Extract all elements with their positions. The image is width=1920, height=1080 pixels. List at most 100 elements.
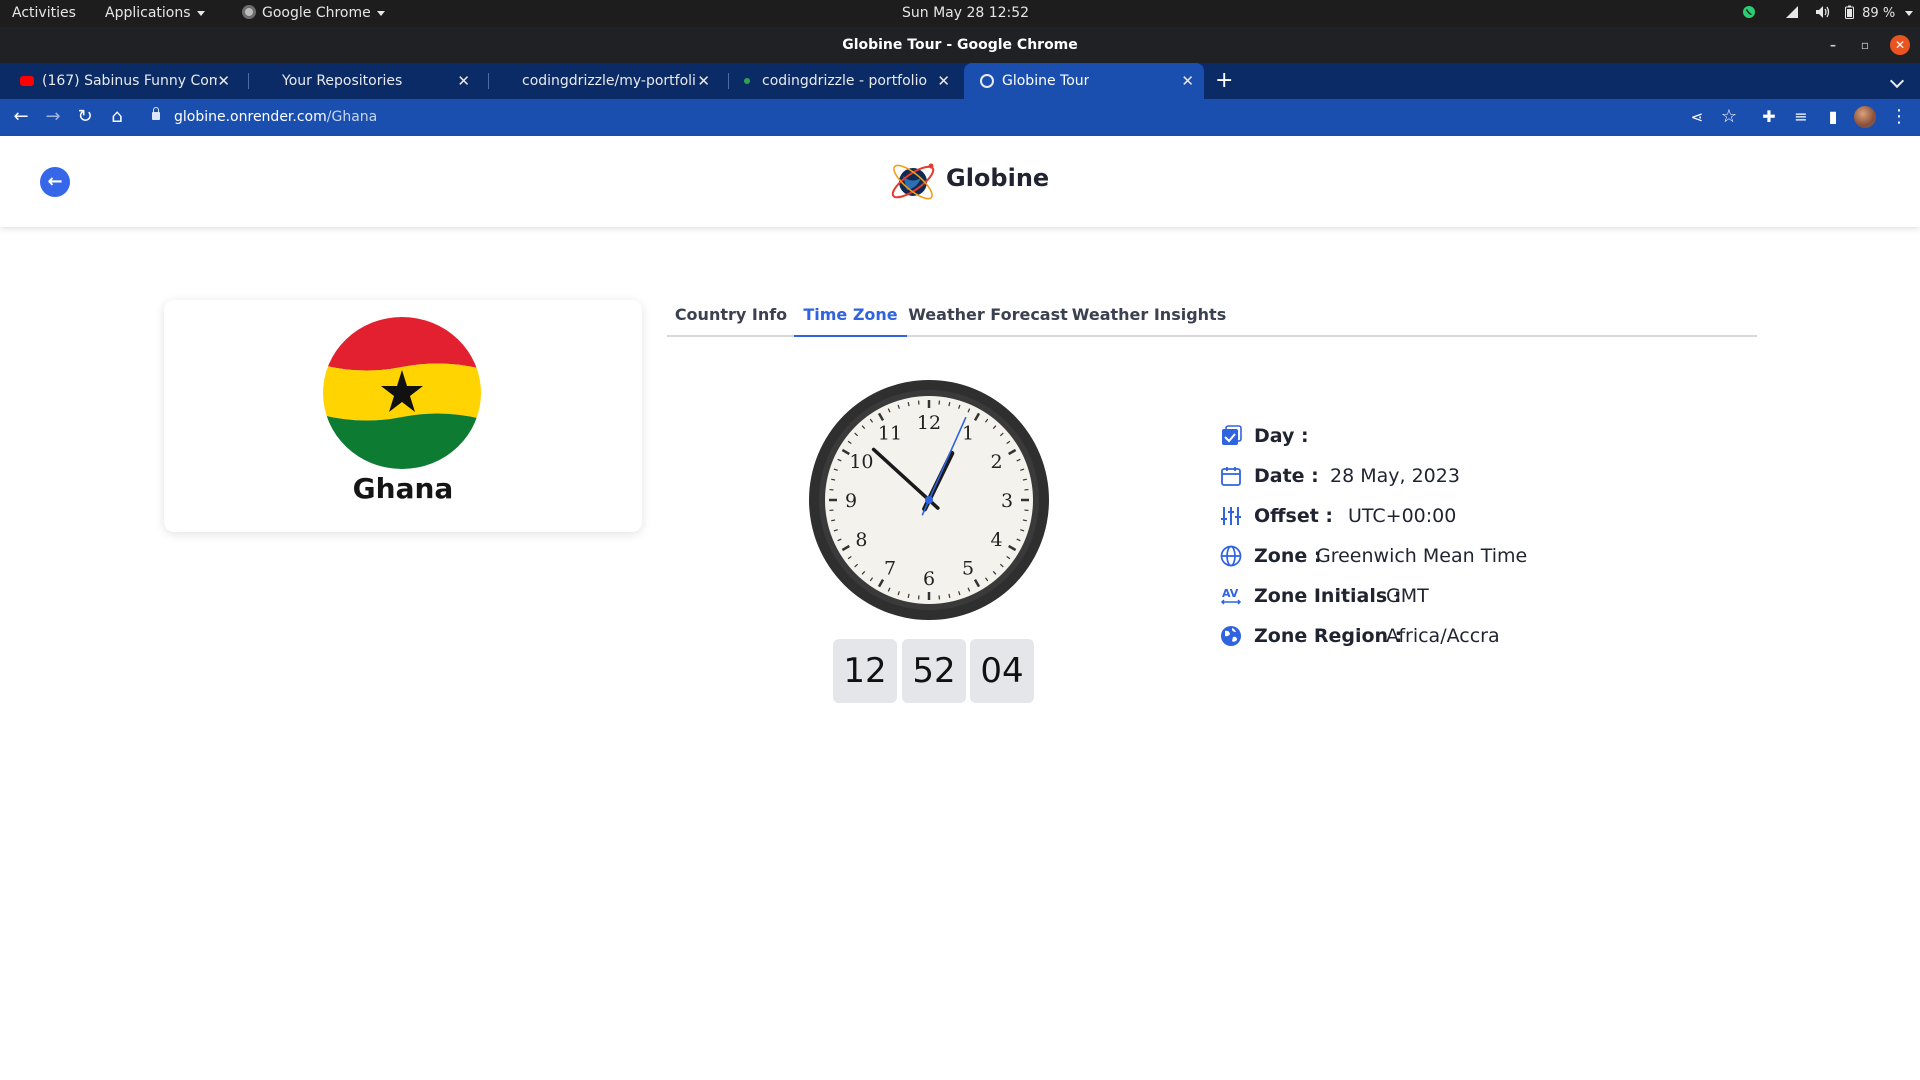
bookmark-star-icon[interactable]: ☆ xyxy=(1718,106,1740,128)
window-titlebar[interactable]: Globine Tour - Google Chrome – ▫ ✕ xyxy=(0,27,1920,63)
minimize-button[interactable]: – xyxy=(1824,36,1842,54)
clock-numeral: 11 xyxy=(878,422,902,444)
clock-numeral: 5 xyxy=(962,558,974,580)
caret-down-icon xyxy=(1905,11,1914,16)
tab-label: Your Repositories xyxy=(282,73,403,89)
clock-minute-tick xyxy=(907,402,910,407)
app-menu-chrome[interactable]: Google Chrome xyxy=(242,0,385,27)
close-tab-icon[interactable]: ✕ xyxy=(457,63,470,99)
github-icon xyxy=(500,74,514,88)
clock-minute-tick xyxy=(1022,478,1027,481)
globine-logo-icon xyxy=(891,163,935,200)
offset-value: UTC+00:00 xyxy=(1348,505,1457,527)
brand-name: Globine xyxy=(946,164,1050,192)
zone-initials-label: Zone Initials : xyxy=(1254,585,1402,607)
extensions-icon[interactable]: ✚ xyxy=(1758,106,1780,128)
url-host: globine.onrender.com xyxy=(174,109,327,125)
clock-minute-tick xyxy=(831,478,836,481)
tab-weather-forecast[interactable]: Weather Forecast xyxy=(907,295,1069,337)
clock-numeral: 10 xyxy=(849,451,873,473)
digital-minutes: 52 xyxy=(902,639,966,703)
browser-tab-portfolio[interactable]: codingdrizzle - portfolio ✕ xyxy=(724,63,960,99)
browser-tab-my-portfolio[interactable]: codingdrizzle/my-portfoli ✕ xyxy=(484,63,720,99)
close-tab-icon[interactable]: ✕ xyxy=(937,63,950,99)
zone-label: Zone : xyxy=(1254,545,1322,567)
tab-weather-insights[interactable]: Weather Insights xyxy=(1069,295,1229,337)
digital-hours: 12 xyxy=(833,639,897,703)
calendar-check-icon xyxy=(1222,425,1242,445)
globe-favicon-icon xyxy=(980,74,994,88)
app-header: ← Globine xyxy=(0,136,1920,227)
side-panel-icon[interactable]: ▮ xyxy=(1822,106,1844,128)
home-button[interactable]: ⌂ xyxy=(106,106,128,128)
clock-numeral: 7 xyxy=(884,558,896,580)
clock-center-pin xyxy=(925,496,933,504)
clock-minute-tick xyxy=(948,402,951,407)
tab-time-zone[interactable]: Time Zone xyxy=(794,295,907,337)
back-button[interactable]: ← xyxy=(10,106,32,128)
maximize-button[interactable]: ▫ xyxy=(1856,36,1874,54)
address-bar[interactable]: globine.onrender.com/Ghana xyxy=(140,103,1710,132)
country-card: Ghana xyxy=(164,300,642,532)
new-tab-button[interactable]: + xyxy=(1215,63,1233,99)
tab-country-info[interactable]: Country Info xyxy=(667,295,795,337)
url-text[interactable]: globine.onrender.com/Ghana xyxy=(174,103,377,132)
tab-label: codingdrizzle/my-portfoli xyxy=(522,73,696,89)
ghana-flag-icon xyxy=(323,317,481,469)
app-menu-label: Google Chrome xyxy=(262,5,371,21)
close-tab-icon[interactable]: ✕ xyxy=(1181,63,1194,99)
tab-search-icon[interactable] xyxy=(1889,73,1905,89)
close-tab-icon[interactable]: ✕ xyxy=(697,63,710,99)
clock-minute-tick xyxy=(1022,519,1027,522)
window-close-button[interactable]: ✕ xyxy=(1890,35,1910,55)
text-spacing-icon: AV xyxy=(1220,587,1242,605)
analog-clock: 1234567891011 12 xyxy=(809,380,1049,620)
zone-region-value: Africa/Accra xyxy=(1386,625,1500,647)
caret-down-icon xyxy=(376,10,385,16)
profile-avatar[interactable] xyxy=(1854,106,1876,128)
browser-tab-repositories[interactable]: Your Repositories ✕ xyxy=(244,63,480,99)
country-name: Ghana xyxy=(352,472,454,505)
network-icon[interactable] xyxy=(1785,0,1799,27)
chrome-icon xyxy=(242,5,256,19)
chrome-menu-icon[interactable]: ⋮ xyxy=(1888,106,1910,128)
browser-tab-youtube[interactable]: (167) Sabinus Funny Come ✕ xyxy=(4,63,240,99)
battery-percent: 89 % xyxy=(1862,6,1896,21)
youtube-icon xyxy=(20,76,34,86)
info-tabs: Country Info Time Zone Weather Forecast … xyxy=(667,295,1757,337)
clock-minute-tick xyxy=(907,593,910,598)
url-path: /Ghana xyxy=(326,109,378,125)
date-value: 28 May, 2023 xyxy=(1330,465,1460,487)
zone-initials-value: GMT xyxy=(1386,585,1429,607)
forward-button[interactable]: → xyxy=(42,106,64,128)
share-icon[interactable]: ⋖ xyxy=(1686,106,1708,128)
offset-label: Offset : xyxy=(1254,505,1334,527)
clock-datetime[interactable]: Sun May 28 12:52 xyxy=(902,0,1029,27)
day-label: Day : xyxy=(1254,425,1309,447)
sliders-icon xyxy=(1221,507,1241,525)
browser-tab-globine-tour[interactable]: Globine Tour ✕ xyxy=(964,63,1204,99)
earth-icon xyxy=(1221,626,1241,646)
system-top-bar: Activities Applications Google Chrome Su… xyxy=(0,0,1920,27)
clock-numeral: 12 xyxy=(917,412,941,434)
clock-minute-tick xyxy=(831,519,836,522)
back-arrow-button[interactable]: ← xyxy=(40,167,70,197)
close-tab-icon[interactable]: ✕ xyxy=(217,63,230,99)
reading-list-icon[interactable]: ≡ xyxy=(1790,106,1812,128)
whatsapp-icon[interactable] xyxy=(1742,0,1756,27)
tab-label: codingdrizzle - portfolio xyxy=(762,73,928,89)
activities-button[interactable]: Activities xyxy=(12,0,76,27)
github-icon xyxy=(260,74,274,88)
applications-menu[interactable]: Applications xyxy=(105,0,205,27)
tab-label: (167) Sabinus Funny Come xyxy=(42,73,217,89)
site-favicon-icon xyxy=(744,78,750,84)
clock-minute-tick xyxy=(948,593,951,598)
reload-button[interactable]: ↻ xyxy=(74,106,96,128)
volume-icon[interactable] xyxy=(1815,0,1831,27)
lock-icon[interactable] xyxy=(152,107,160,120)
clock-numeral: 9 xyxy=(845,490,857,512)
digital-seconds: 04 xyxy=(970,639,1034,703)
battery-indicator[interactable]: 89 % xyxy=(1845,0,1914,27)
globe-icon xyxy=(1220,545,1242,567)
zone-region-label: Zone Region : xyxy=(1254,625,1403,647)
